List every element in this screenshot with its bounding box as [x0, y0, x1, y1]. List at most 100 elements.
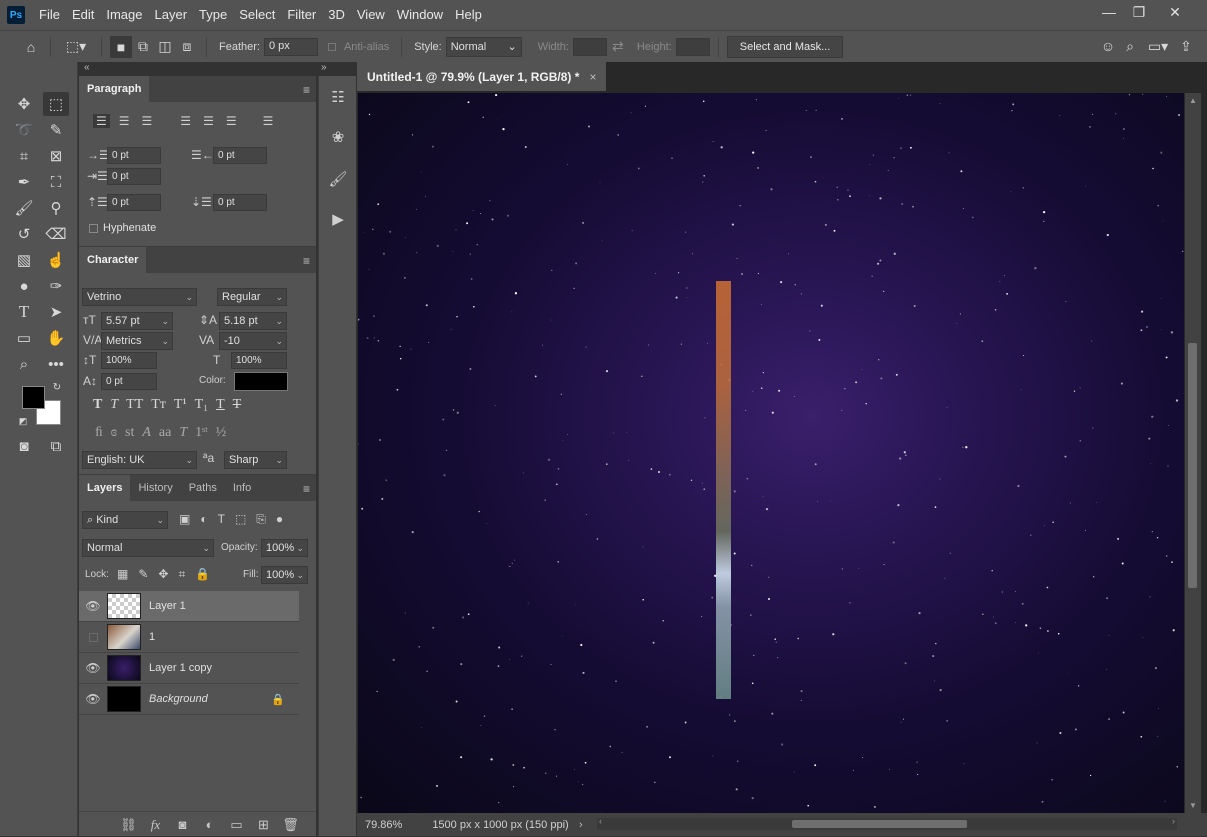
justify-center-icon[interactable]: ☰: [200, 114, 217, 128]
move-tool-icon[interactable]: ✥: [11, 92, 37, 116]
layer-style-icon[interactable]: fx: [142, 817, 169, 833]
brushes-icon[interactable]: 🖌: [323, 164, 353, 194]
filter-pixel-icon[interactable]: ▣: [179, 512, 190, 527]
scroll-left-icon[interactable]: ‹: [599, 816, 602, 826]
swap-colors-icon[interactable]: ↻: [50, 380, 64, 394]
discretionary-ligature-icon[interactable]: st: [125, 425, 134, 441]
tracking-select[interactable]: -10 ⌄: [219, 332, 287, 350]
adjustment-layer-icon[interactable]: ◐: [196, 817, 223, 832]
layer-row[interactable]: 👁 Layer 1: [79, 591, 299, 622]
align-right-icon[interactable]: ☰: [139, 114, 156, 128]
menu-filter[interactable]: Filter: [281, 0, 322, 30]
kerning-select[interactable]: Metrics ⌄: [101, 332, 173, 350]
tab-info[interactable]: Info: [225, 475, 259, 501]
panel-menu-icon[interactable]: ≡: [303, 83, 310, 97]
crop-tool-icon[interactable]: ⌗: [11, 144, 37, 168]
subscript-icon[interactable]: T₁: [195, 397, 208, 413]
lasso-tool-icon[interactable]: ➰: [11, 118, 37, 142]
tab-character[interactable]: Character: [79, 247, 147, 273]
home-icon[interactable]: ⌂: [20, 36, 42, 58]
intersect-selection-icon[interactable]: ⧈: [176, 36, 198, 58]
select-and-mask-button[interactable]: Select and Mask...: [726, 35, 844, 58]
stylistic-alternates-icon[interactable]: aa: [159, 425, 171, 441]
type-tool-icon[interactable]: T: [11, 300, 37, 324]
eyedropper-tool-icon[interactable]: ✒: [11, 170, 37, 194]
new-selection-icon[interactable]: ■: [110, 35, 132, 58]
leading-select[interactable]: 5.18 pt ⌄: [219, 312, 287, 330]
feather-input[interactable]: 0 px: [263, 37, 318, 56]
layer-row[interactable]: 1: [79, 622, 299, 653]
workspace-icon[interactable]: ▭▾: [1141, 35, 1175, 57]
dock-expand-icon[interactable]: »: [321, 62, 327, 74]
minimize-button[interactable]: —: [1094, 0, 1124, 24]
lock-all-icon[interactable]: 🔒: [195, 567, 210, 582]
panel-menu-icon[interactable]: ≡: [303, 254, 310, 268]
hyphenate-checkbox[interactable]: [89, 224, 98, 233]
text-color-swatch[interactable]: [234, 372, 288, 391]
small-caps-icon[interactable]: Tᴛ: [151, 397, 166, 413]
strikethrough-icon[interactable]: T: [233, 397, 242, 413]
link-layers-icon[interactable]: ⛓: [115, 817, 142, 833]
gradient-tool-icon[interactable]: ▧: [11, 248, 37, 272]
share-user-icon[interactable]: ☺: [1097, 35, 1119, 57]
menu-edit[interactable]: Edit: [66, 0, 100, 30]
dodge-tool-icon[interactable]: ●: [11, 274, 37, 298]
filter-adjustment-icon[interactable]: ◐: [200, 512, 207, 527]
language-select[interactable]: English: UK ⌄: [82, 451, 197, 469]
antialias-checkbox[interactable]: [327, 42, 336, 51]
panels-collapse-icon[interactable]: «: [84, 62, 90, 74]
style-select[interactable]: Normal ⌄: [445, 36, 522, 57]
default-colors-icon[interactable]: ◩: [16, 414, 30, 428]
menu-type[interactable]: Type: [193, 0, 233, 30]
justify-right-icon[interactable]: ☰: [223, 114, 240, 128]
swap-icon[interactable]: ⇄: [607, 36, 629, 58]
quick-mask-icon[interactable]: ◙: [11, 434, 37, 458]
layer-row[interactable]: 👁 Layer 1 copy: [79, 653, 299, 684]
all-caps-icon[interactable]: TT: [126, 397, 143, 413]
old-style-icon[interactable]: ɞ: [111, 425, 117, 441]
ligature-icon[interactable]: ﬁ: [95, 425, 103, 441]
search-icon[interactable]: ⌕: [1119, 35, 1141, 57]
menu-image[interactable]: Image: [100, 0, 148, 30]
delete-layer-icon[interactable]: 🗑: [277, 817, 304, 833]
faux-italic-icon[interactable]: T: [110, 397, 118, 413]
horizontal-scroll-thumb[interactable]: [792, 820, 967, 828]
menu-file[interactable]: File: [33, 0, 66, 30]
hand-tool-icon[interactable]: ✋: [43, 326, 69, 350]
screen-mode-icon[interactable]: ⧉: [43, 434, 69, 458]
lock-transparent-icon[interactable]: ▦: [117, 567, 128, 582]
new-group-icon[interactable]: ▭: [223, 817, 250, 833]
menu-3d[interactable]: 3D: [322, 0, 351, 30]
filter-shape-icon[interactable]: ⬚: [235, 512, 246, 527]
tab-paragraph[interactable]: Paragraph: [79, 76, 150, 102]
tab-paths[interactable]: Paths: [181, 475, 225, 501]
share-icon[interactable]: ⇪: [1175, 35, 1197, 57]
fill-select[interactable]: 100% ⌄: [261, 566, 308, 584]
menu-window[interactable]: Window: [391, 0, 449, 30]
layer-row[interactable]: 👁 Background 🔒: [79, 684, 299, 715]
menu-help[interactable]: Help: [449, 0, 488, 30]
filter-toggle-icon[interactable]: ●: [276, 512, 283, 527]
brush-tool-icon[interactable]: 🖌: [11, 196, 37, 220]
faux-bold-icon[interactable]: T: [93, 397, 102, 413]
width-input[interactable]: [572, 37, 607, 56]
maximize-button[interactable]: ❐: [1124, 0, 1154, 24]
zoom-tool-icon[interactable]: ⌕: [11, 352, 37, 376]
vertical-scroll-thumb[interactable]: [1188, 343, 1197, 588]
vertical-scrollbar[interactable]: ▲ ▼: [1185, 93, 1201, 813]
align-left-icon[interactable]: ☰: [93, 114, 110, 128]
marquee-preset-icon[interactable]: ⬚▾: [59, 36, 93, 58]
close-button[interactable]: ✕: [1160, 0, 1190, 24]
menu-view[interactable]: View: [351, 0, 391, 30]
canvas[interactable]: [358, 93, 1184, 813]
space-after-input[interactable]: 0 pt: [213, 194, 267, 211]
opacity-select[interactable]: 100% ⌄: [261, 539, 308, 557]
rectangle-tool-icon[interactable]: ▭: [11, 326, 37, 350]
channels-icon[interactable]: ❀: [323, 122, 353, 152]
zoom-level[interactable]: 79.86%: [365, 819, 402, 831]
font-size-select[interactable]: 5.57 pt ⌄: [101, 312, 173, 330]
actions-play-icon[interactable]: ▶: [323, 204, 353, 234]
eye-hidden-icon[interactable]: [79, 632, 107, 642]
more-tools-icon[interactable]: •••: [43, 352, 69, 376]
titling-alternates-icon[interactable]: T: [179, 425, 187, 441]
